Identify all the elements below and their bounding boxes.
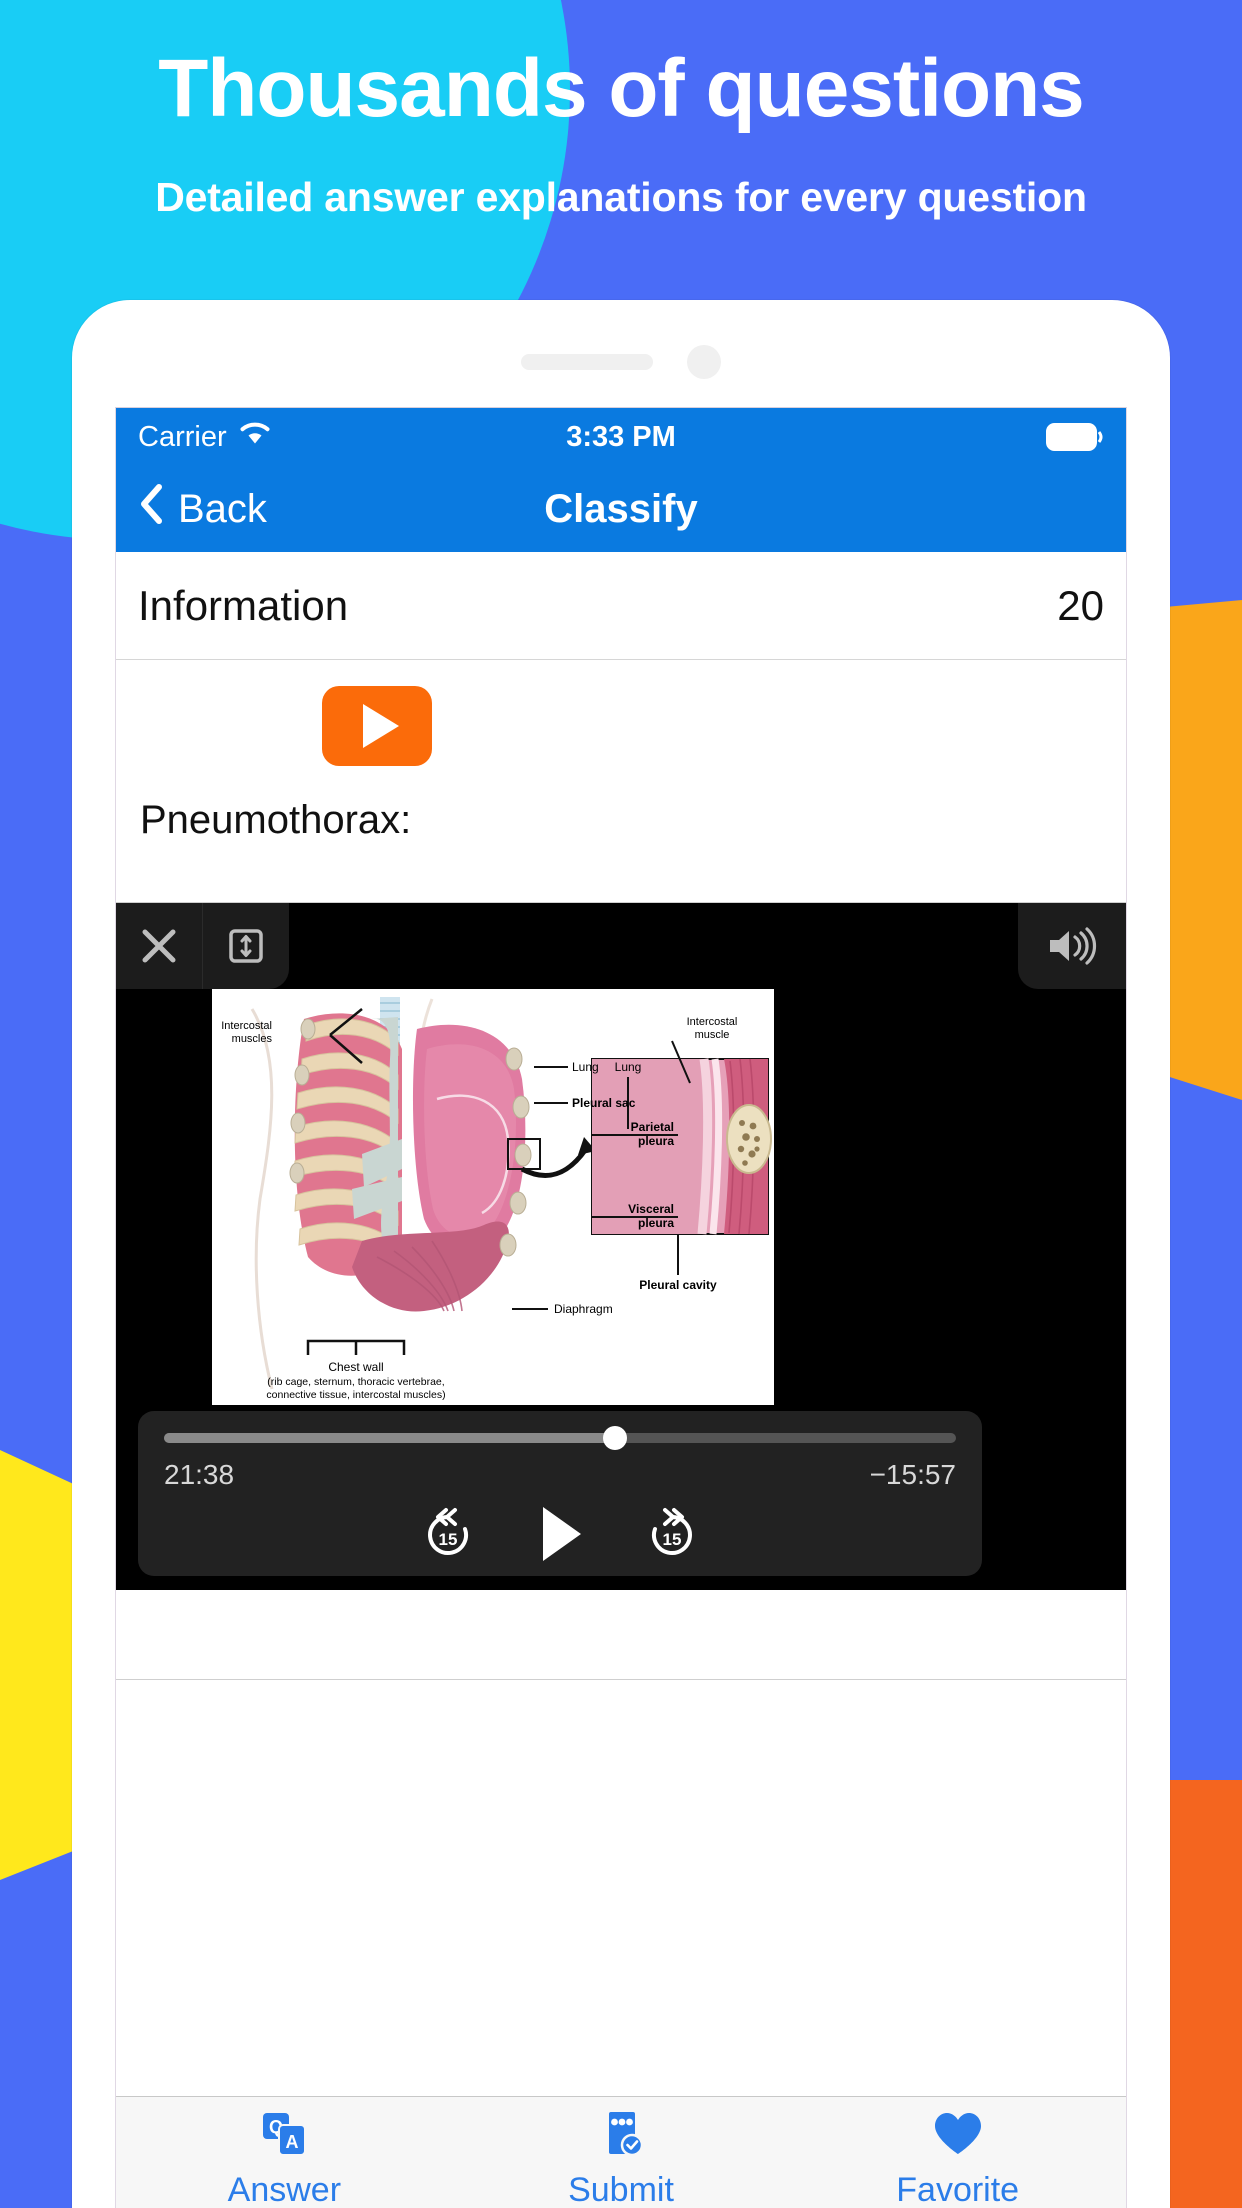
status-bar: Carrier 3:33 PM <box>116 408 1126 466</box>
diagram-label-parietal-pleura-1: Parietal <box>631 1120 674 1134</box>
video-top-controls <box>116 903 1126 989</box>
question-text: Pneumothorax: <box>140 798 412 842</box>
tab-bar: Q A Answer Submit Favorite <box>116 2096 1126 2208</box>
back-button-label: Back <box>178 486 267 531</box>
submit-check-icon <box>592 2107 650 2163</box>
diagram-label-chest-wall-sub-1: (rib cage, sternum, thoracic vertebrae, <box>267 1376 444 1388</box>
carrier-label: Carrier <box>138 420 227 453</box>
rewind-15-icon[interactable]: 15 <box>417 1503 479 1570</box>
promo-headline: Thousands of questions <box>158 43 1085 134</box>
svg-text:A: A <box>286 2132 299 2152</box>
question-block: Pneumothorax: <box>116 660 1126 903</box>
anatomy-diagram: Intercostal muscles Lung Pleural sac Par… <box>212 989 774 1405</box>
video-transport-controls: 15 15 <box>164 1501 956 1572</box>
diagram-label-chest-wall: Chest wall <box>328 1360 383 1374</box>
video-player: Intercostal muscles Lung Pleural sac Par… <box>116 903 1126 1590</box>
diagram-label-visceral-pleura-2: pleura <box>638 1216 674 1230</box>
diagram-label-parietal-pleura-2: pleura <box>638 1134 674 1148</box>
battery-full-icon <box>1046 423 1104 451</box>
promo-subheadline: Detailed answer explanations for every q… <box>155 174 1087 220</box>
tab-submit-label: Submit <box>568 2171 674 2208</box>
page-title: Classify <box>544 486 698 531</box>
diagram-label-pleural-sac: Pleural sac <box>572 1096 636 1110</box>
scrubber-progress <box>164 1433 616 1443</box>
video-current-time: 21:38 <box>164 1459 235 1490</box>
navigation-bar: Back Classify <box>116 466 1126 552</box>
play-icon[interactable] <box>531 1501 589 1572</box>
diagram-label-pleural-cavity: Pleural cavity <box>639 1278 717 1292</box>
information-count: 20 <box>1057 581 1104 629</box>
video-remaining-time: −15:57 <box>869 1459 956 1490</box>
heart-icon <box>929 2107 987 2163</box>
promo-text-block: Thousands of questions Detailed answer e… <box>0 48 1242 221</box>
tab-answer-label: Answer <box>227 2171 342 2208</box>
phone-screen: Carrier 3:33 PM Back Classify Informatio… <box>115 407 1127 2208</box>
tab-submit[interactable]: Submit <box>453 2097 790 2208</box>
tab-favorite-label: Favorite <box>896 2171 1020 2208</box>
video-top-left-group <box>116 903 289 989</box>
diagram-label-chest-wall-sub-2: connective tissue, intercostal muscles) <box>266 1389 445 1401</box>
diagram-label-lung-inset: Lung <box>615 1060 642 1074</box>
earpiece-speaker <box>521 354 653 370</box>
phone-mockup: Carrier 3:33 PM Back Classify Informatio… <box>72 300 1170 2208</box>
video-scrubber[interactable] <box>164 1426 956 1450</box>
diagram-label-diaphragm: Diaphragm <box>554 1302 613 1316</box>
play-triangle <box>362 704 399 748</box>
wifi-icon <box>238 420 272 454</box>
information-row[interactable]: Information 20 <box>116 552 1126 660</box>
fit-to-height-icon[interactable] <box>203 903 289 989</box>
forward-15-icon[interactable]: 15 <box>641 1503 703 1570</box>
video-time-row: 21:38 −15:57 <box>164 1459 956 1491</box>
scrubber-handle[interactable] <box>603 1426 628 1450</box>
diagram-label-intercostal-muscles-left-1: Intercostal <box>221 1020 272 1032</box>
speaker-volume-icon[interactable] <box>1018 903 1126 989</box>
diagram-label-visceral-pleura-1: Visceral <box>628 1202 674 1216</box>
diagram-label-intercostal-muscle-inset-1: Intercostal <box>687 1016 738 1028</box>
phone-top-hardware <box>72 345 1170 379</box>
youtube-play-icon[interactable] <box>322 686 432 766</box>
front-camera <box>687 345 721 379</box>
carrier-group: Carrier <box>138 420 272 454</box>
svg-text:15: 15 <box>663 1530 682 1549</box>
back-button[interactable]: Back <box>138 483 267 535</box>
close-x-icon[interactable] <box>116 903 202 989</box>
qa-cards-icon: Q A <box>255 2107 313 2163</box>
diagram-label-intercostal-muscle-inset-2: muscle <box>695 1029 730 1041</box>
diagram-label-intercostal-muscles-left-2: muscles <box>232 1033 273 1045</box>
content-spacer <box>116 1590 1126 1680</box>
svg-text:15: 15 <box>439 1530 458 1549</box>
chevron-left-icon <box>138 483 164 535</box>
video-controls-panel: 21:38 −15:57 15 15 <box>138 1411 982 1576</box>
information-label: Information <box>138 581 349 629</box>
diagram-label-lung-left: Lung <box>572 1060 599 1074</box>
tab-answer[interactable]: Q A Answer <box>116 2097 453 2208</box>
tab-favorite[interactable]: Favorite <box>789 2097 1126 2208</box>
